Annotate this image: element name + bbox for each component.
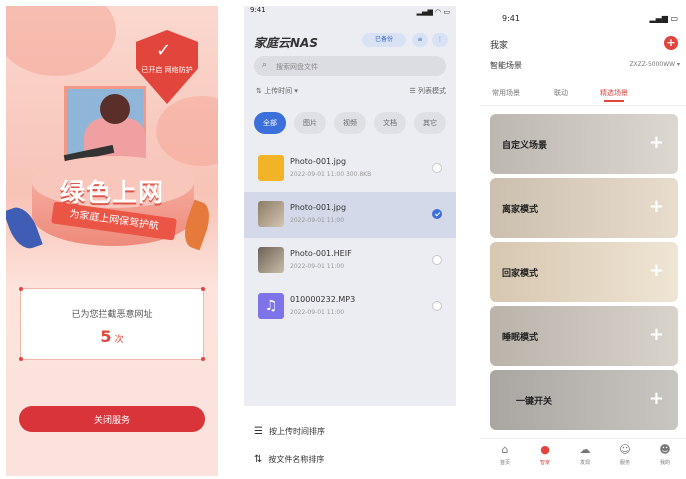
scene-label: 自定义场景: [502, 141, 548, 151]
tab-linkage[interactable]: 联动: [554, 88, 568, 98]
view-label: 列表模式: [418, 87, 446, 95]
location-icon: ●: [540, 443, 550, 456]
page-title: 绿色上网: [59, 178, 164, 207]
smart-scene-screen: 9:41 ▂▄▆ ▭ 我家 + 智能场景 ZXZZ-5000WW ▾ 常用场景 …: [480, 6, 686, 476]
search-input[interactable]: ⌕ 搜索网盘文件: [254, 56, 446, 76]
tab-videos[interactable]: 视频: [334, 112, 366, 134]
green-internet-screen: ✓ 已开启 网络防护 绿色上网 为家庭上网保驾护航 已为您拦截恶意网址 5次 关…: [6, 6, 218, 476]
cloud-icon: ☁: [579, 443, 591, 456]
scene-tabs: 常用场景 联动 精选场景: [480, 84, 686, 106]
list-icon: ☰: [254, 426, 263, 437]
scene-label: 睡眠模式: [502, 333, 539, 343]
tab-images[interactable]: 图片: [294, 112, 326, 134]
tab-featured-scenes[interactable]: 精选场景: [600, 88, 628, 102]
sheet-label: 按上传时间排序: [268, 427, 325, 436]
sort-dropdown[interactable]: ⇅ 上传时间 ▾: [256, 86, 298, 96]
intercept-count-line: 5次: [21, 327, 203, 346]
sort-icon: ⇅: [254, 454, 263, 465]
intercept-count: 5: [100, 327, 112, 346]
add-scene-icon[interactable]: +: [649, 132, 664, 153]
file-name: Photo-001.jpg: [290, 157, 347, 166]
scene-label: 离家模式: [502, 205, 539, 215]
add-scene-icon[interactable]: +: [649, 260, 664, 281]
signal-icon: ▂▄▆ ◠ ▭: [416, 8, 450, 16]
add-icon[interactable]: +: [664, 36, 678, 50]
bottom-tab-bar: ⌂ 首页 ● 智家 ☁ 发现 ☺ 服务 ☻ 我的: [480, 438, 686, 476]
home-selector[interactable]: 我家: [490, 38, 508, 51]
device-dropdown[interactable]: ZXZZ-5000WW ▾: [629, 61, 680, 68]
file-meta: 2022-09-01 11:00: [290, 217, 345, 224]
file-name: 010000232.MP3: [290, 295, 356, 304]
more-icon[interactable]: ⋮: [432, 33, 448, 47]
file-type-tabs: 全部 图片 视频 文档 其它: [254, 112, 450, 134]
check-icon: ✓: [156, 40, 172, 61]
nas-file-screen: 9:41 ▂▄▆ ◠ ▭ 家庭云NAS 已备份 ≡ ⋮ ⌕ 搜索网盘文件 ⇅ 上…: [244, 6, 456, 476]
select-checkbox[interactable]: [432, 301, 442, 311]
file-row[interactable]: Photo-001.HEIF 2022-09-01 11:00: [244, 238, 456, 284]
tab-profile[interactable]: ☻ 我的: [650, 443, 680, 466]
hero-illustration: ✓ 已开启 网络防护 绿色上网 为家庭上网保驾护航: [6, 6, 218, 286]
add-scene-icon[interactable]: +: [649, 388, 664, 409]
tab-service[interactable]: ☺ 服务: [610, 443, 640, 466]
scene-card[interactable]: 回家模式 +: [490, 242, 678, 302]
select-checkbox[interactable]: [432, 209, 442, 219]
app-title: 家庭云NAS: [254, 36, 318, 50]
select-checkbox[interactable]: [432, 163, 442, 173]
home-icon: ⌂: [501, 443, 509, 456]
menu-icon[interactable]: ≡: [412, 33, 428, 47]
intercept-unit: 次: [114, 335, 124, 345]
scene-label: 回家模式: [502, 269, 539, 279]
smile-icon: ☺: [619, 443, 631, 456]
select-checkbox[interactable]: [432, 255, 442, 265]
add-scene-icon[interactable]: +: [649, 324, 664, 345]
tab-docs[interactable]: 文档: [374, 112, 406, 134]
file-name: Photo-001.jpg: [290, 203, 347, 212]
tab-discover[interactable]: ☁ 发现: [570, 443, 600, 466]
folder-icon: [258, 155, 284, 181]
sort-label: 上传时间: [264, 87, 293, 95]
tab-common-scenes[interactable]: 常用场景: [492, 88, 520, 98]
sheet-item-sort-name[interactable]: ⇅ 按文件名称排序: [254, 454, 324, 465]
image-icon: [258, 247, 284, 273]
backup-pill[interactable]: 已备份: [362, 33, 406, 47]
action-sheet: ☰ 按上传时间排序 ⇅ 按文件名称排序: [244, 406, 456, 476]
shield-badge-text: 已开启 网络防护: [141, 66, 193, 74]
file-row[interactable]: ♫ 010000232.MP3 2022-09-01 11:00: [244, 284, 456, 330]
scene-card[interactable]: 自定义场景 +: [490, 114, 678, 174]
signal-icon: ▂▄▆ ▭: [649, 14, 678, 23]
backup-pill-label: 已备份: [374, 36, 393, 43]
view-toggle[interactable]: ☰ 列表模式: [409, 86, 446, 96]
file-row[interactable]: Photo-001.jpg 2022-09-01 11:00: [244, 192, 456, 238]
status-time: 9:41: [250, 6, 266, 14]
file-row[interactable]: Photo-001.jpg 2022-09-01 11:00 300.8KB: [244, 146, 456, 192]
file-meta: 2022-09-01 11:00: [290, 263, 345, 270]
user-icon: ☻: [659, 443, 671, 456]
image-icon: [258, 201, 284, 227]
scene-label: 一键开关: [516, 397, 553, 407]
intercept-card: 已为您拦截恶意网址 5次: [19, 287, 205, 361]
status-time: 9:41: [502, 14, 520, 23]
music-icon: ♫: [258, 293, 284, 319]
file-name: Photo-001.HEIF: [290, 249, 352, 258]
sheet-item-sort-time[interactable]: ☰ 按上传时间排序: [254, 426, 325, 437]
screenshot-collage: ✓ 已开启 网络防护 绿色上网 为家庭上网保驾护航 已为您拦截恶意网址 5次 关…: [0, 0, 686, 479]
file-meta: 2022-09-01 11:00: [290, 309, 345, 316]
scene-card[interactable]: 一键开关 +: [490, 370, 678, 430]
section-title: 智能场景: [490, 61, 522, 70]
sheet-label: 按文件名称排序: [268, 455, 325, 464]
file-meta: 2022-09-01 11:00 300.8KB: [290, 171, 372, 178]
tab-smart-home[interactable]: ● 智家: [530, 443, 560, 466]
tab-other[interactable]: 其它: [414, 112, 446, 134]
scene-card[interactable]: 离家模式 +: [490, 178, 678, 238]
tab-all[interactable]: 全部: [254, 112, 286, 134]
scene-card[interactable]: 睡眠模式 +: [490, 306, 678, 366]
search-icon: ⌕: [262, 60, 268, 70]
search-placeholder: 搜索网盘文件: [276, 63, 318, 71]
close-service-button[interactable]: 关闭服务: [19, 406, 205, 432]
person-head: [100, 94, 130, 124]
status-bar: 9:41 ▂▄▆ ◠ ▭: [250, 6, 450, 20]
tab-home[interactable]: ⌂ 首页: [490, 443, 520, 466]
intercept-label: 已为您拦截恶意网址: [71, 310, 153, 320]
add-scene-icon[interactable]: +: [649, 196, 664, 217]
